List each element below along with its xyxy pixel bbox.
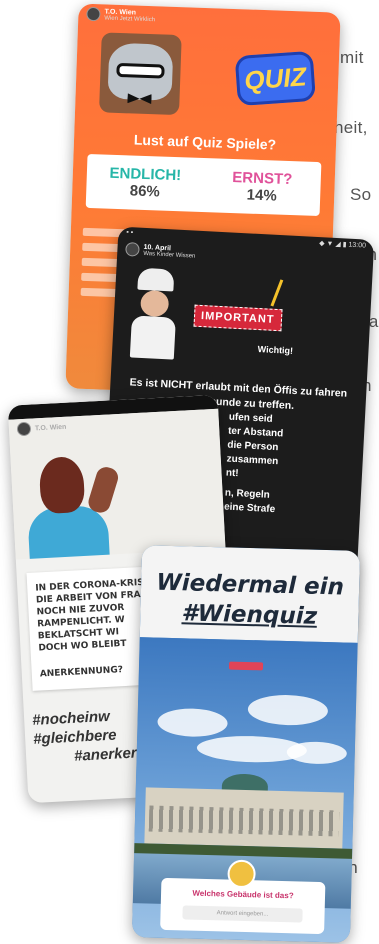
quiz-logo: QUIZ (234, 50, 316, 107)
story-subtitle: Wien Jetzt Wirklich (104, 14, 156, 23)
option-label: ERNST? (232, 169, 293, 189)
belvedere-photo: Welches Gebäude ist das? Antwort eingebe… (131, 637, 358, 943)
quiz-poll[interactable]: ENDLICH! 86% ERNST? 14% (85, 153, 322, 217)
question-sticker-text: Welches Gebäude ist das? (192, 888, 294, 901)
option-label: ENDLICH! (109, 164, 182, 185)
bg-text-line: So (350, 185, 372, 204)
option-percent: 14% (246, 186, 278, 205)
avatar (86, 6, 101, 22)
wienquiz-title: Wiedermal ein (156, 569, 345, 601)
raised-fist-figure-icon (9, 428, 226, 560)
quiz-option-ernst[interactable]: ERNST? 14% (203, 158, 322, 216)
important-subtitle: Wichtig! (257, 344, 294, 356)
quiz-artwork: QUIZ (75, 24, 340, 121)
wienquiz-header: Wiedermal ein #Wienquiz (139, 545, 361, 643)
quiz-option-endlich[interactable]: ENDLICH! 86% (86, 154, 205, 212)
chef-figure-icon (122, 267, 189, 360)
avatar (125, 241, 140, 257)
important-banner-row: IMPORTANT Wichtig! (111, 259, 372, 378)
sticker-tag (228, 661, 264, 671)
answer-input[interactable]: Antwort eingeben... (182, 905, 303, 923)
bg-text-line: heit, (334, 118, 368, 137)
cat-with-glasses-icon (99, 32, 182, 116)
story-username: T.O. Wien (34, 423, 67, 432)
wienquiz-story-screenshot: Wiedermal ein #Wienquiz Welches Gebäude … (131, 545, 361, 943)
wienquiz-hashtag: #Wienquiz (181, 600, 318, 630)
avatar (16, 421, 32, 437)
quiz-question: Lust auf Quiz Spiele? (133, 131, 277, 153)
option-percent: 86% (129, 182, 161, 201)
important-label: IMPORTANT (193, 304, 283, 332)
